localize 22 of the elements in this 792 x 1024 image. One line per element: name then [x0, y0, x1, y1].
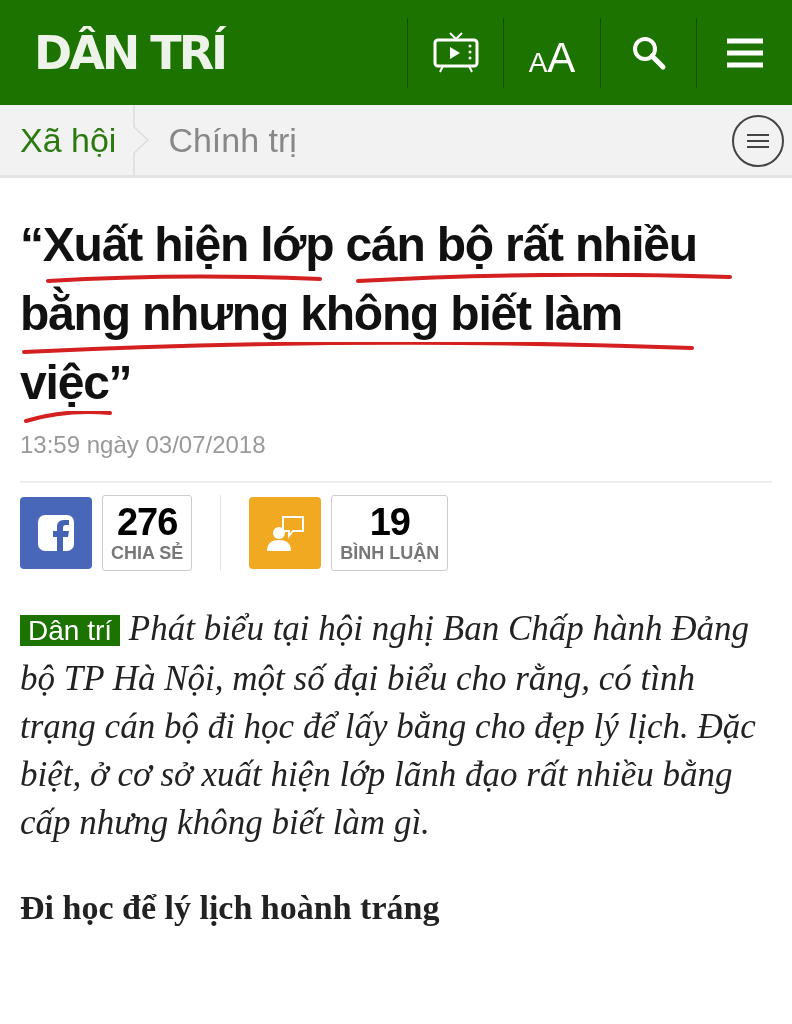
- category-menu-button[interactable]: [732, 115, 784, 167]
- article-title-line: “Xuất hiện lớp cán bộ rất nhiều: [20, 217, 697, 273]
- section-heading: Đi học để lý lịch hoành tráng: [20, 889, 441, 927]
- breadcrumb-link[interactable]: Chính trị: [168, 120, 313, 160]
- publish-time: 13:59 ngày 03/07/2018: [20, 431, 267, 459]
- article-title-line: bằng nhưng không biết làm: [20, 285, 623, 342]
- article-title-line: việc”: [20, 355, 132, 411]
- facebook-share-button[interactable]: [20, 497, 92, 569]
- lead-paragraph: Dân trí Phát biểu tại hội nghị Ban Chấp hành Đảng bộ TP Hà Nội, một số đại biểu cho rằng, có tình trạng cán bộ đi học để lấy bằng cho đẹp lý lịch. Đặc biệt, ở cơ sở xuất hiện lớp lãnh đạo rất nhiều bằng cấp nhưng không biết làm gì.: [20, 608, 757, 844]
- menu-icon: [747, 133, 769, 149]
- comment-count: 19: [369, 502, 410, 542]
- comment-label: BÌNH LUẬN: [340, 542, 440, 564]
- share-count: 276: [116, 502, 178, 542]
- search-icon: [630, 34, 667, 71]
- menu-icon: [726, 37, 763, 68]
- logo[interactable]: DÂN TRÍ: [34, 25, 226, 80]
- facebook-icon: [38, 515, 74, 551]
- share-label: CHIA SẺ: [111, 542, 184, 564]
- person-speech-icon: [265, 515, 306, 551]
- breadcrumb-link[interactable]: Xã hội: [20, 120, 133, 160]
- tv-icon: [432, 30, 479, 75]
- font-size-button[interactable]: AA: [503, 17, 600, 88]
